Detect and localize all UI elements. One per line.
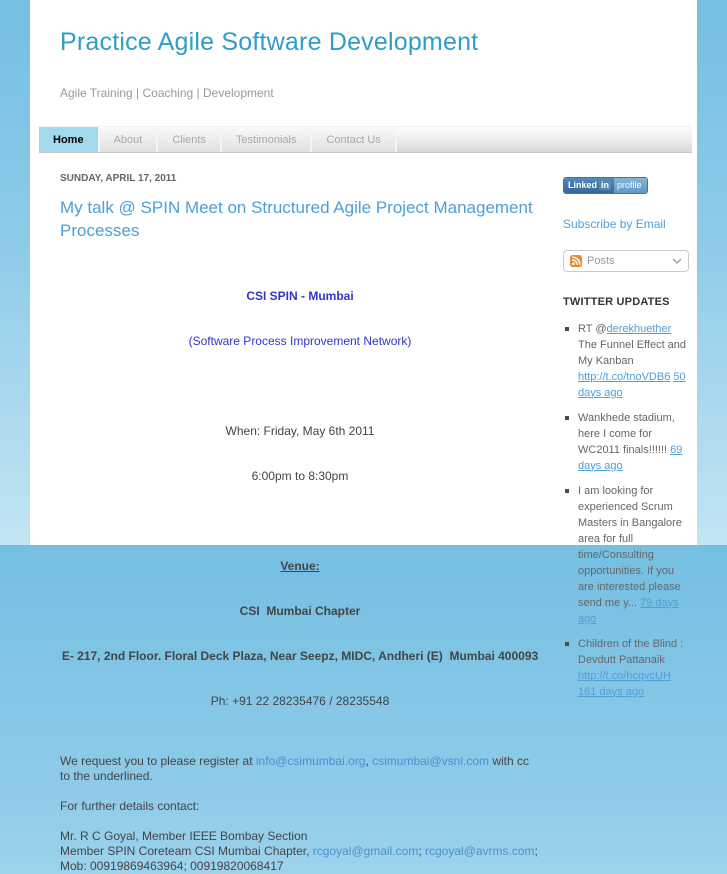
- tab-testimonials[interactable]: Testimonials: [221, 127, 313, 152]
- tab-clients[interactable]: Clients: [158, 127, 222, 152]
- contact-line2: Member SPIN Coreteam CSI Mumbai Chapter,…: [60, 844, 540, 859]
- post-title[interactable]: My talk @ SPIN Meet on Structured Agile …: [60, 197, 540, 243]
- contact-line3: Mob: 00919869463964; 00919820068417: [60, 858, 284, 873]
- linkedin-profile-badge[interactable]: Linked in profile: [563, 176, 648, 194]
- email-link-rcgoyal-gmail[interactable]: rcgoyal@gmail.com: [313, 844, 419, 858]
- tweet-text: RT @derekhuether The Funnel Effect and M…: [578, 321, 691, 401]
- contact-intro: For further details contact:: [60, 798, 200, 813]
- event-when-line2: 6:00pm to 8:30pm: [251, 468, 349, 483]
- contact-line2-after: ;: [534, 843, 538, 858]
- contact-line1: Mr. R C Goyal, Member IEEE Bombay Sectio…: [60, 828, 308, 843]
- tweet-text: I am looking for experienced Scrum Maste…: [578, 483, 691, 627]
- register-text: We request you to please register at: [60, 753, 256, 768]
- venue-name: CSI Mumbai Chapter: [239, 603, 361, 618]
- main-area: SUNDAY, APRIL 17, 2011 My talk @ SPIN Me…: [30, 153, 697, 874]
- tweet-plain-text: Wankhede stadium, here I come for WC2011…: [578, 411, 675, 456]
- tweet-link[interactable]: http://t.co/tnoVDB6: [578, 371, 670, 383]
- venue-phone: Ph: +91 22 28235476 / 28235548: [210, 693, 390, 708]
- blog-title: Practice Agile Software Development: [60, 28, 479, 56]
- tab-about[interactable]: About: [99, 127, 159, 152]
- bullet-icon: [565, 641, 569, 646]
- event-when-line1: When: Friday, May 6th 2011: [225, 423, 375, 438]
- twitter-updates-heading: TWITTER UPDATES: [563, 295, 670, 308]
- linkedin-profile-label: profile: [614, 177, 647, 193]
- event-org-full: (Software Process Improvement Network): [188, 333, 412, 348]
- venue-label: Venue:: [280, 558, 320, 573]
- contact-line2-text: Member SPIN Coreteam CSI Mumbai Chapter,: [60, 843, 313, 858]
- tweet-plain-text: RT @: [578, 322, 607, 335]
- subscribe-by-email-link[interactable]: Subscribe by Email: [563, 217, 691, 231]
- tweet-plain-text: Children of the Blind : Devdutt Pattanai…: [578, 637, 684, 666]
- tweet-item: RT @derekhuether The Funnel Effect and M…: [563, 321, 691, 401]
- event-details: CSI SPIN - Mumbai (Software Process Impr…: [60, 259, 540, 739]
- nav-bar: Home About Clients Testimonials Contact Us: [39, 126, 692, 153]
- email-link-rcgoyal-avrms[interactable]: rcgoyal@avrms.com: [425, 844, 535, 858]
- contact-block: Mr. R C Goyal, Member IEEE Bombay Sectio…: [60, 829, 540, 874]
- register-paragraph: We request you to please register at inf…: [60, 754, 540, 784]
- tweet-text: Children of the Blind : Devdutt Pattanai…: [578, 636, 691, 700]
- bullet-icon: [565, 415, 569, 420]
- tweet-plain-text: The Funnel Effect and My Kanban: [578, 338, 687, 367]
- register-separator: ,: [365, 753, 373, 768]
- bullet-icon: [565, 326, 569, 331]
- tweet-text: Wankhede stadium, here I come for WC2011…: [578, 410, 691, 474]
- twitter-list: RT @derekhuether The Funnel Effect and M…: [563, 321, 691, 700]
- post-column: SUNDAY, APRIL 17, 2011 My talk @ SPIN Me…: [60, 173, 540, 874]
- tab-contact-us[interactable]: Contact Us: [312, 127, 397, 152]
- linkedin-in-icon: in: [599, 180, 612, 190]
- bullet-icon: [565, 488, 569, 493]
- content-wrapper: Practice Agile Software Development Agil…: [30, 0, 697, 873]
- feed-dropdown-selected: Posts: [587, 254, 615, 267]
- post-date: SUNDAY, APRIL 17, 2011: [60, 173, 177, 184]
- blog-header: Practice Agile Software Development Agil…: [30, 0, 697, 100]
- tab-home[interactable]: Home: [39, 127, 100, 152]
- tweet-item: Children of the Blind : Devdutt Pattanai…: [563, 636, 691, 700]
- tweet-plain-text: I am looking for experienced Scrum Maste…: [578, 484, 682, 609]
- email-link-csimumbai-org[interactable]: info@csimumbai.org: [256, 754, 366, 768]
- tweet-link[interactable]: http://t.co/hcqvcUH: [578, 670, 671, 682]
- sidebar: Linked in profile Subscribe by Email Post…: [563, 173, 691, 874]
- email-link-csimumbai-vsnl[interactable]: csimumbai@vsnl.com: [372, 754, 489, 768]
- tweet-item: I am looking for experienced Scrum Maste…: [563, 483, 691, 627]
- tweet-link[interactable]: 161 days ago: [578, 686, 644, 698]
- venue-address: E- 217, 2nd Floor. Floral Deck Plaza, Ne…: [61, 648, 539, 663]
- tweet-item: Wankhede stadium, here I come for WC2011…: [563, 410, 691, 474]
- blog-subtitle: Agile Training | Coaching | Development: [60, 86, 274, 100]
- chevron-down-icon: [672, 257, 682, 264]
- tweet-link[interactable]: derekhuether: [607, 323, 672, 335]
- contact-line2-separator: ;: [418, 843, 425, 858]
- linkedin-logo: Linked in: [564, 177, 615, 193]
- feed-dropdown[interactable]: Posts: [563, 249, 689, 272]
- event-org: CSI SPIN - Mumbai: [246, 288, 354, 303]
- rss-icon: [570, 254, 582, 267]
